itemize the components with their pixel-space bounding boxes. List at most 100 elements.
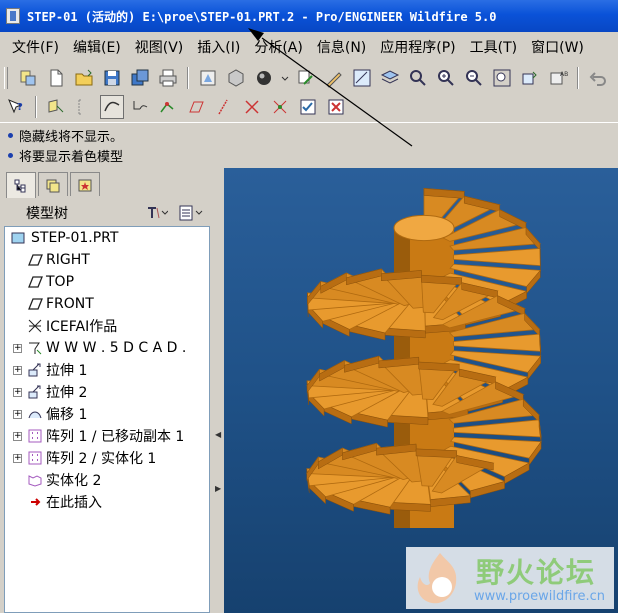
tab-folder-browser[interactable] [38, 172, 68, 196]
zoom-in-icon[interactable] [434, 66, 458, 90]
refit-icon[interactable] [406, 66, 430, 90]
expand-right-icon[interactable]: ▶ [215, 484, 221, 493]
zoom-fit-icon[interactable] [490, 66, 514, 90]
menu-edit[interactable]: 编辑(E) [73, 37, 121, 57]
orient-icon[interactable] [350, 66, 374, 90]
title-bar: STEP-01 (活动的) E:\proe\STEP-01.PRT.2 - Pr… [0, 0, 618, 32]
zoom-out-icon[interactable] [462, 66, 486, 90]
menu-applications[interactable]: 应用程序(P) [380, 37, 455, 57]
open-folder-icon[interactable] [72, 66, 96, 90]
pattern-icon [26, 428, 44, 444]
solidify-icon [26, 472, 44, 488]
expand-toggle-icon[interactable]: + [13, 365, 22, 375]
copy-icon[interactable] [294, 66, 318, 90]
undo-icon[interactable] [586, 66, 610, 90]
toolbar-separator [577, 67, 579, 89]
tree-item[interactable]: + 偏移 1 [5, 403, 209, 425]
menu-file[interactable]: 文件(F) [12, 37, 59, 57]
datum-axis-toggle-icon[interactable] [72, 95, 96, 119]
point-x-icon[interactable] [240, 95, 264, 119]
redo-icon[interactable] [614, 66, 618, 90]
expand-toggle-icon[interactable]: + [13, 387, 22, 397]
saved-views-icon[interactable]: AB [546, 66, 570, 90]
annotation-tool-icon[interactable] [296, 95, 320, 119]
tree-item[interactable]: ICEFAI作品 [5, 315, 209, 337]
tree-item-label: 阵列 1 / 已移动副本 1 [46, 429, 185, 445]
tree-item[interactable]: + 阵列 1 / 已移动副本 1 [5, 425, 209, 447]
tree-item-label: 实体化 2 [46, 473, 102, 489]
print-icon[interactable] [156, 66, 180, 90]
tree-item-label: FRONT [46, 296, 94, 312]
display-style-icon[interactable] [252, 66, 276, 90]
tree-item[interactable]: 实体化 2 [5, 469, 209, 491]
insert-here-icon [26, 494, 44, 510]
menu-insert[interactable]: 插入(I) [197, 37, 240, 57]
regen-manager-icon[interactable] [224, 66, 248, 90]
menu-info[interactable]: 信息(N) [317, 37, 366, 57]
repaint-icon[interactable] [518, 66, 542, 90]
tree-item[interactable]: 在此插入 [5, 491, 209, 513]
help-icon[interactable]: ? [4, 95, 28, 119]
point-tool-icon[interactable] [156, 95, 180, 119]
tree-item[interactable]: + W W W . 5 D C A D . [5, 337, 209, 359]
new-object-icon[interactable] [16, 66, 40, 90]
menu-bar: 文件(F) 编辑(E) 视图(V) 插入(I) 分析(A) 信息(N) 应用程序… [0, 34, 618, 60]
sketch-icon[interactable] [322, 66, 346, 90]
datum-plane-icon [26, 252, 44, 268]
save-icon[interactable] [100, 66, 124, 90]
tree-item-label: 偏移 1 [46, 407, 88, 423]
tree-columns-icon[interactable] [178, 205, 204, 221]
menu-view[interactable]: 视图(V) [135, 37, 184, 57]
expand-toggle-icon[interactable]: + [13, 431, 22, 441]
extrude-icon [26, 362, 44, 378]
plane-tool-icon[interactable] [184, 95, 208, 119]
tree-item[interactable]: + 阵列 2 / 实体化 1 [5, 447, 209, 469]
model-tree: STEP-01.PRT RIGHT TOP FRONT ICEFAI作品 + W W W .… [4, 226, 210, 613]
proe-window: STEP-01 (活动的) E:\proe\STEP-01.PRT.2 - Pr… [0, 0, 618, 613]
tree-item-label: W W W . 5 D C A D . [46, 340, 187, 356]
tree-settings-icon[interactable] [146, 205, 168, 221]
panel-splitter[interactable]: ◀ ▶ [214, 168, 224, 613]
toolbar-grip[interactable] [4, 67, 8, 89]
message-line: 将要显示着色模型 [8, 145, 618, 165]
offset-icon [26, 406, 44, 422]
expand-toggle-icon[interactable]: + [13, 453, 22, 463]
csys-tool-icon[interactable] [268, 95, 292, 119]
navigator-tabs [6, 172, 100, 198]
tree-root-item[interactable]: STEP-01.PRT [5, 227, 209, 249]
tree-item-label: 拉伸 1 [46, 363, 88, 379]
flame-logo-icon [417, 553, 457, 604]
tab-model-tree[interactable] [6, 172, 36, 198]
expand-toggle-icon[interactable]: + [13, 343, 22, 353]
tree-item[interactable]: FRONT [5, 293, 209, 315]
toolbar-separator [187, 67, 189, 89]
datum-curve-toggle-icon[interactable] [100, 95, 124, 119]
stair-step-edge [415, 448, 457, 458]
axis-tool-icon[interactable] [212, 95, 236, 119]
tree-item[interactable]: TOP [5, 271, 209, 293]
new-file-icon[interactable] [44, 66, 68, 90]
menu-window[interactable]: 窗口(W) [531, 37, 584, 57]
datum-plane-icon [26, 296, 44, 312]
regenerate-icon[interactable] [196, 66, 220, 90]
datum-plane-toggle-icon[interactable] [44, 95, 68, 119]
dropdown-arrow-icon[interactable] [280, 66, 290, 90]
watermark-title: 野火论坛 [476, 556, 597, 589]
tree-item[interactable]: + 拉伸 2 [5, 381, 209, 403]
tab-favorites[interactable] [70, 172, 100, 196]
model-tree-header: 模型树 [0, 200, 212, 226]
expand-toggle-icon[interactable]: + [13, 409, 22, 419]
curve-tool-icon[interactable] [128, 95, 152, 119]
menu-analysis[interactable]: 分析(A) [254, 37, 303, 57]
tree-item[interactable]: + 拉伸 1 [5, 359, 209, 381]
save-copy-icon[interactable] [128, 66, 152, 90]
close-window-icon[interactable] [324, 95, 348, 119]
model-tree-icon [14, 179, 26, 192]
pattern-icon [26, 450, 44, 466]
tree-item[interactable]: RIGHT [5, 249, 209, 271]
tree-item-label: ICEFAI作品 [46, 319, 118, 335]
model-tree-title: 模型树 [26, 206, 68, 222]
menu-tools[interactable]: 工具(T) [470, 37, 517, 57]
collapse-left-icon[interactable]: ◀ [215, 430, 221, 439]
layers-icon[interactable] [378, 66, 402, 90]
